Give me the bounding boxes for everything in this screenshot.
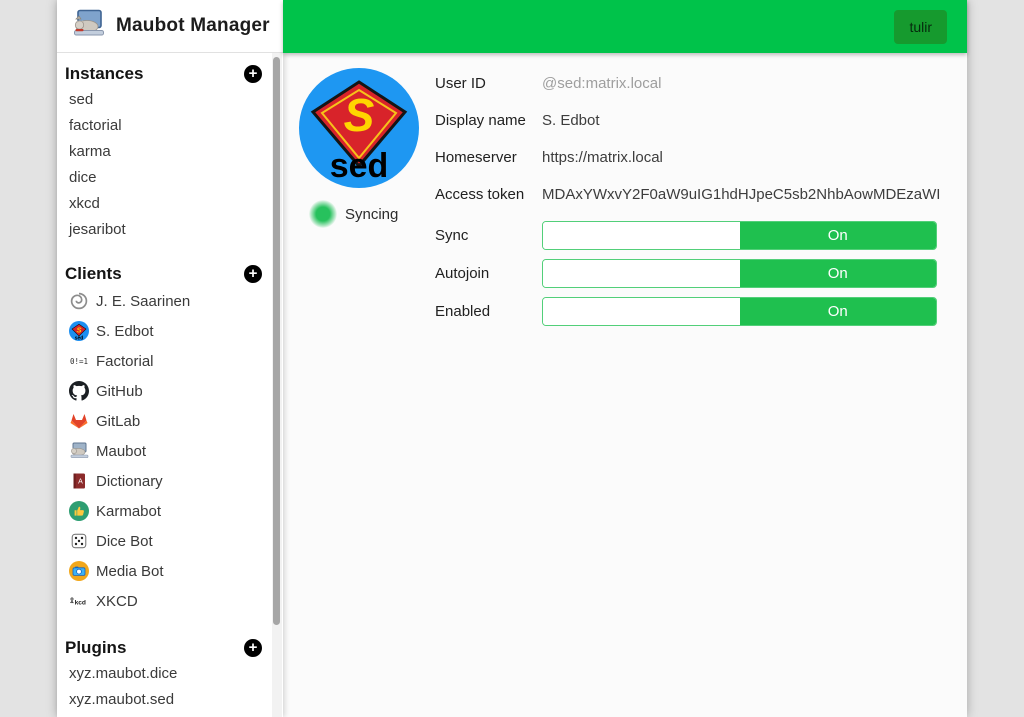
- superman-shield-icon: Ssed: [69, 321, 89, 341]
- client-avatar[interactable]: S sed: [299, 68, 419, 188]
- sidebar-item-media-bot[interactable]: Media Bot: [57, 556, 283, 586]
- field-value-user-id[interactable]: @sed:matrix.local: [542, 75, 661, 92]
- sidebar-item-karmabot[interactable]: Karmabot: [57, 496, 283, 526]
- toggle-state: On: [740, 260, 937, 287]
- field-value-display-name[interactable]: S. Edbot: [542, 112, 600, 129]
- app-header: Maubot Manager: [57, 0, 283, 53]
- field-value-homeserver[interactable]: https://matrix.local: [542, 149, 663, 166]
- sidebar-item-dice-bot[interactable]: Dice Bot: [57, 526, 283, 556]
- sidebar-item-xyz-maubot-sed[interactable]: xyz.maubot.sed: [57, 686, 283, 712]
- sidebar-item-dictionary[interactable]: A Dictionary: [57, 466, 283, 496]
- toggle-label-sync: Sync: [435, 227, 542, 244]
- sidebar-item-github[interactable]: GitHub: [57, 376, 283, 406]
- plus-icon: +: [249, 266, 258, 282]
- camera-icon: [69, 561, 89, 581]
- sidebar-item-factorial[interactable]: 0!=1 Factorial: [57, 346, 283, 376]
- gitlab-fox-icon: [69, 411, 89, 431]
- sidebar-section-plugins: Plugins + xyz.maubot.dice xyz.maubot.sed: [57, 636, 283, 717]
- toggle-state: On: [740, 222, 937, 249]
- sidebar-sections: Instances + sed factorial karma dice xkc…: [57, 53, 283, 717]
- maubot-cat-icon: [69, 441, 89, 461]
- sidebar-item-maubot[interactable]: Maubot: [57, 436, 283, 466]
- toggle-sync[interactable]: On: [542, 221, 937, 250]
- sidebar-item-gitlab[interactable]: GitLab: [57, 406, 283, 436]
- main-area: tulir S sed Syncing User ID @sed:matrix.…: [283, 0, 967, 717]
- sync-status: Syncing: [309, 200, 398, 228]
- sidebar-section-instances: Instances + sed factorial karma dice xkc…: [57, 62, 283, 262]
- dictionary-book-icon: A: [69, 471, 89, 491]
- field-label-display-name: Display name: [435, 112, 542, 129]
- svg-text:A: A: [78, 479, 83, 486]
- sidebar-item-j-e-saarinen[interactable]: J. E. Saarinen: [57, 286, 283, 316]
- toggle-autojoin[interactable]: On: [542, 259, 937, 288]
- thumbs-up-icon: [69, 501, 89, 521]
- svg-text:sed: sed: [75, 335, 84, 341]
- toggle-label-enabled: Enabled: [435, 303, 542, 320]
- status-dot-icon: [309, 200, 337, 228]
- section-title-clients: Clients: [65, 264, 122, 284]
- sidebar-section-clients: Clients + J. E. Saarinen Ssed S. Edbot 0…: [57, 262, 283, 636]
- sidebar-item-karma[interactable]: karma: [57, 138, 283, 164]
- add-plugins-button[interactable]: +: [244, 639, 262, 657]
- section-title-instances: Instances: [65, 64, 143, 84]
- field-label-homeserver: Homeserver: [435, 149, 542, 166]
- field-label-user-id: User ID: [435, 75, 542, 92]
- svg-text:0!=1: 0!=1: [70, 357, 88, 366]
- maubot-cat-laptop-icon: [72, 9, 106, 44]
- maubot-manager-window: Maubot Manager Instances + sed factorial…: [57, 0, 967, 717]
- sidebar-item-jesaribot[interactable]: jesaribot: [57, 216, 283, 242]
- sidebar-item-xkcd[interactable]: kcd XKCD: [57, 586, 283, 616]
- add-clients-button[interactable]: +: [244, 265, 262, 283]
- plus-icon: +: [249, 640, 258, 656]
- svg-text:kcd: kcd: [75, 599, 86, 606]
- toggle-label-autojoin: Autojoin: [435, 265, 542, 282]
- sidebar-scrollbar-thumb[interactable]: [273, 57, 280, 625]
- dice-icon: [69, 531, 89, 551]
- toggle-group: Sync On Autojoin On Enabled On: [435, 221, 947, 326]
- status-text: Syncing: [345, 206, 398, 223]
- github-octocat-icon: [69, 381, 89, 401]
- sidebar-item-xkcd[interactable]: xkcd: [57, 190, 283, 216]
- avatar-text: sed: [330, 147, 389, 185]
- factorial-formula-icon: 0!=1: [69, 351, 89, 371]
- svg-text:S: S: [76, 325, 81, 334]
- add-instances-button[interactable]: +: [244, 65, 262, 83]
- sidebar-item-s-edbot[interactable]: Ssed S. Edbot: [57, 316, 283, 346]
- sidebar: Maubot Manager Instances + sed factorial…: [57, 0, 283, 717]
- sidebar-item-sed[interactable]: sed: [57, 86, 283, 112]
- toggle-enabled[interactable]: On: [542, 297, 937, 326]
- xkcd-logo-icon: kcd: [69, 591, 89, 611]
- sidebar-item-factorial[interactable]: factorial: [57, 112, 283, 138]
- sidebar-item-dice[interactable]: dice: [57, 164, 283, 190]
- sidebar-item-xyz-maubot-dice[interactable]: xyz.maubot.dice: [57, 660, 283, 686]
- client-fields: User ID @sed:matrix.local Display name S…: [435, 65, 947, 335]
- toggle-state: On: [740, 298, 937, 325]
- client-details-panel: S sed Syncing User ID @sed:matrix.local …: [283, 53, 967, 717]
- app-title: Maubot Manager: [116, 15, 270, 37]
- sidebar-scrollbar-track[interactable]: [272, 53, 282, 717]
- user-menu-button[interactable]: tulir: [894, 10, 947, 44]
- top-bar: tulir: [283, 0, 967, 53]
- avatar-s-glyph: S: [344, 89, 375, 141]
- field-value-access-token[interactable]: MDAxYWxvY2F0aW9uIG1hdHJpeC5sb2NhbAowMDEz…: [542, 186, 940, 203]
- plus-icon: +: [249, 66, 258, 82]
- field-label-access-token: Access token: [435, 186, 542, 203]
- section-title-plugins: Plugins: [65, 638, 126, 658]
- spiral-avatar-icon: [69, 291, 89, 311]
